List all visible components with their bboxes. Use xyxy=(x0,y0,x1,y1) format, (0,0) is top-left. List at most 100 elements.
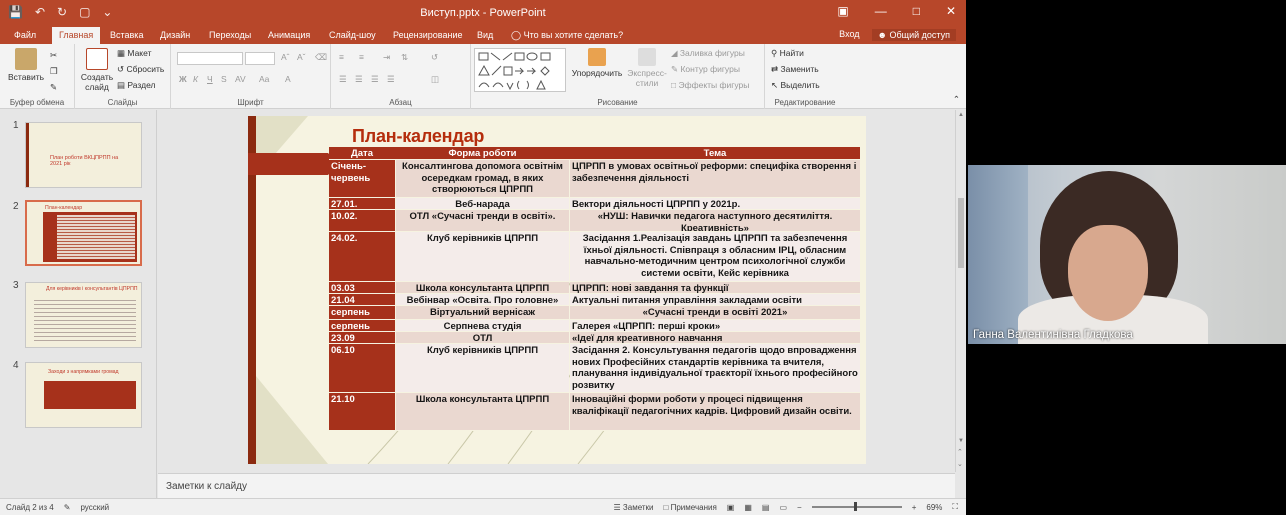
slide-canvas[interactable]: План-календар Дата Форма роботи Тема Січень… xyxy=(248,116,866,464)
thumb-title: Для керівників і консультантів ЦПРПП xyxy=(46,286,138,292)
close-icon[interactable]: ✕ xyxy=(946,4,956,18)
align-center-icon[interactable]: ☰ xyxy=(355,74,363,85)
smartart-icon[interactable]: ◫ xyxy=(431,74,439,85)
tab-file[interactable]: Файл xyxy=(14,30,36,40)
tab-design[interactable]: Дизайн xyxy=(160,30,190,40)
text-direction-icon[interactable]: ↺ xyxy=(431,52,438,63)
tab-animation[interactable]: Анимация xyxy=(268,30,310,40)
thumb-text-preview xyxy=(34,297,136,341)
comments-toggle[interactable]: □ Примечания xyxy=(664,503,717,512)
bullets-icon[interactable]: ≡ xyxy=(339,52,344,62)
slide-thumbnail-1[interactable]: План роботи ВКЦПРПП на 2021 рік xyxy=(25,122,142,188)
signin-link[interactable]: Вход xyxy=(839,29,859,41)
shrink-font-icon[interactable]: Aˇ xyxy=(297,52,306,62)
change-case-icon[interactable]: Aa xyxy=(259,74,269,84)
share-button[interactable]: ☻ Общий доступ xyxy=(871,29,956,41)
scroll-up-icon[interactable]: ▲ xyxy=(958,112,964,118)
paragraph-group: ≡ ≡ ⇥ ⇅ ↺ ☰ ☰ ☰ ☰ ◫ Абзац xyxy=(331,44,471,109)
tab-view[interactable]: Вид xyxy=(477,30,493,40)
tab-review[interactable]: Рецензирование xyxy=(393,30,463,40)
slide-thumbnail-4[interactable]: Заходи з напрямками громад xyxy=(25,362,142,428)
ribbon-display-icon[interactable]: ▣ xyxy=(837,4,848,18)
scrollbar-thumb[interactable] xyxy=(958,198,964,268)
plan-table[interactable]: Дата Форма роботи Тема Січень-червень Консал… xyxy=(329,147,860,431)
layout-button[interactable]: ▦ Макет xyxy=(117,48,151,59)
indent-icon[interactable]: ⇥ xyxy=(383,52,390,63)
strikethrough-button[interactable]: S xyxy=(221,74,227,84)
font-family-select[interactable] xyxy=(177,52,243,65)
date-cell: 06.10 xyxy=(329,344,395,392)
character-spacing-icon[interactable]: AV xyxy=(235,74,246,84)
zoom-slider-thumb[interactable] xyxy=(853,502,857,511)
previous-slide-icon[interactable]: ⌃ xyxy=(957,448,963,456)
quick-styles-button[interactable]: Экспресс-стили xyxy=(625,48,669,88)
shape-effects-button[interactable]: □ Эффекты фигуры xyxy=(671,80,749,90)
font-size-select[interactable] xyxy=(245,52,275,65)
next-slide-icon[interactable]: ⌄ xyxy=(957,460,963,468)
zoom-out-icon[interactable]: − xyxy=(797,503,802,512)
slide-title[interactable]: План-календар xyxy=(352,126,484,147)
maximize-icon[interactable]: □ xyxy=(913,4,920,18)
shape-outline-button[interactable]: ✎ Контур фигуры xyxy=(671,64,740,75)
comments-toggle-label: Примечания xyxy=(670,502,717,512)
spellcheck-icon[interactable]: ✎ xyxy=(64,503,71,512)
notes-pane[interactable]: Заметки к слайду xyxy=(158,473,955,498)
topic-cell: ЦПРПП: нові завдання та функції xyxy=(570,282,860,293)
clear-format-icon[interactable]: ⌫ xyxy=(315,52,327,63)
underline-button[interactable]: Ч xyxy=(207,74,213,84)
tell-me-box[interactable]: ◯ Что вы хотите сделать? xyxy=(511,30,623,41)
slide-thumbnail-2[interactable]: План-календар xyxy=(25,200,142,266)
slide-thumbnail-3[interactable]: Для керівників і консультантів ЦПРПП xyxy=(25,282,142,348)
account-area: Вход ☻ Общий доступ xyxy=(839,29,956,41)
align-left-icon[interactable]: ☰ xyxy=(339,74,347,85)
normal-view-icon[interactable]: ▣ xyxy=(727,503,735,512)
topic-cell: «НУШ: Навички педагога наступного десяти… xyxy=(570,210,860,231)
notes-toggle[interactable]: ☰ Заметки xyxy=(614,503,654,512)
paste-button[interactable]: Вставить xyxy=(6,48,46,82)
thumb-title: План роботи ВКЦПРПП на 2021 рік xyxy=(50,155,119,167)
italic-button[interactable]: К xyxy=(193,74,198,84)
section-button[interactable]: ▤ Раздел xyxy=(117,80,156,91)
replace-button[interactable]: ⇄ Заменить xyxy=(771,64,819,75)
zoom-in-icon[interactable]: + xyxy=(912,503,917,512)
shape-fill-label: Заливка фигуры xyxy=(679,48,745,58)
minimize-icon[interactable]: — xyxy=(875,4,887,18)
tab-insert[interactable]: Вставка xyxy=(110,30,143,40)
tab-home[interactable]: Главная xyxy=(52,27,101,44)
scroll-down-icon[interactable]: ▼ xyxy=(958,438,964,444)
grow-font-icon[interactable]: Aˆ xyxy=(281,52,290,62)
language-label[interactable]: русский xyxy=(80,503,109,512)
align-right-icon[interactable]: ☰ xyxy=(371,74,379,85)
format-painter-icon[interactable]: ✎ xyxy=(50,82,57,93)
tab-slideshow[interactable]: Слайд-шоу xyxy=(329,30,376,40)
form-cell: Серпнева студія xyxy=(396,320,569,331)
participant-name: Ганна Валентинівна Гладкова xyxy=(973,329,1133,341)
form-cell: ОТЛ xyxy=(396,332,569,343)
copy-icon[interactable]: ❐ xyxy=(50,66,58,77)
select-button[interactable]: ↖ Выделить xyxy=(771,80,820,91)
arrange-button[interactable]: Упорядочить xyxy=(571,48,623,78)
slideshow-view-icon[interactable]: ▭ xyxy=(779,503,787,512)
cut-icon[interactable]: ✂ xyxy=(50,50,57,61)
new-slide-button[interactable]: Создать слайд xyxy=(79,48,115,92)
slide-arrow-shape xyxy=(248,153,339,175)
zoom-slider[interactable] xyxy=(811,502,902,511)
slide-sorter-icon[interactable]: ▦ xyxy=(744,503,752,512)
numbering-icon[interactable]: ≡ xyxy=(359,52,364,62)
line-spacing-icon[interactable]: ⇅ xyxy=(401,52,408,63)
vertical-scrollbar[interactable]: ▲ ▼ ⌃ ⌄ xyxy=(955,110,966,472)
zoom-level[interactable]: 69% xyxy=(926,503,942,512)
reading-view-icon[interactable]: ▤ xyxy=(762,503,770,512)
topic-cell: ЦПРПП в умовах освітньої реформи: специф… xyxy=(570,160,860,197)
effects-icon: □ xyxy=(671,80,679,90)
collapse-ribbon-icon[interactable]: ⌃ xyxy=(953,94,960,105)
font-color-icon[interactable]: A xyxy=(285,74,291,84)
reset-button[interactable]: ↺ Сбросить xyxy=(117,64,164,75)
justify-icon[interactable]: ☰ xyxy=(387,74,395,85)
bold-button[interactable]: Ж xyxy=(179,74,187,84)
shape-fill-button[interactable]: ◢ Заливка фигуры xyxy=(671,48,745,59)
tab-transitions[interactable]: Переходы xyxy=(209,30,251,40)
find-button[interactable]: ⚲ Найти xyxy=(771,48,804,59)
fit-to-window-icon[interactable]: ⛶ xyxy=(952,502,958,512)
shapes-gallery[interactable] xyxy=(474,48,566,92)
